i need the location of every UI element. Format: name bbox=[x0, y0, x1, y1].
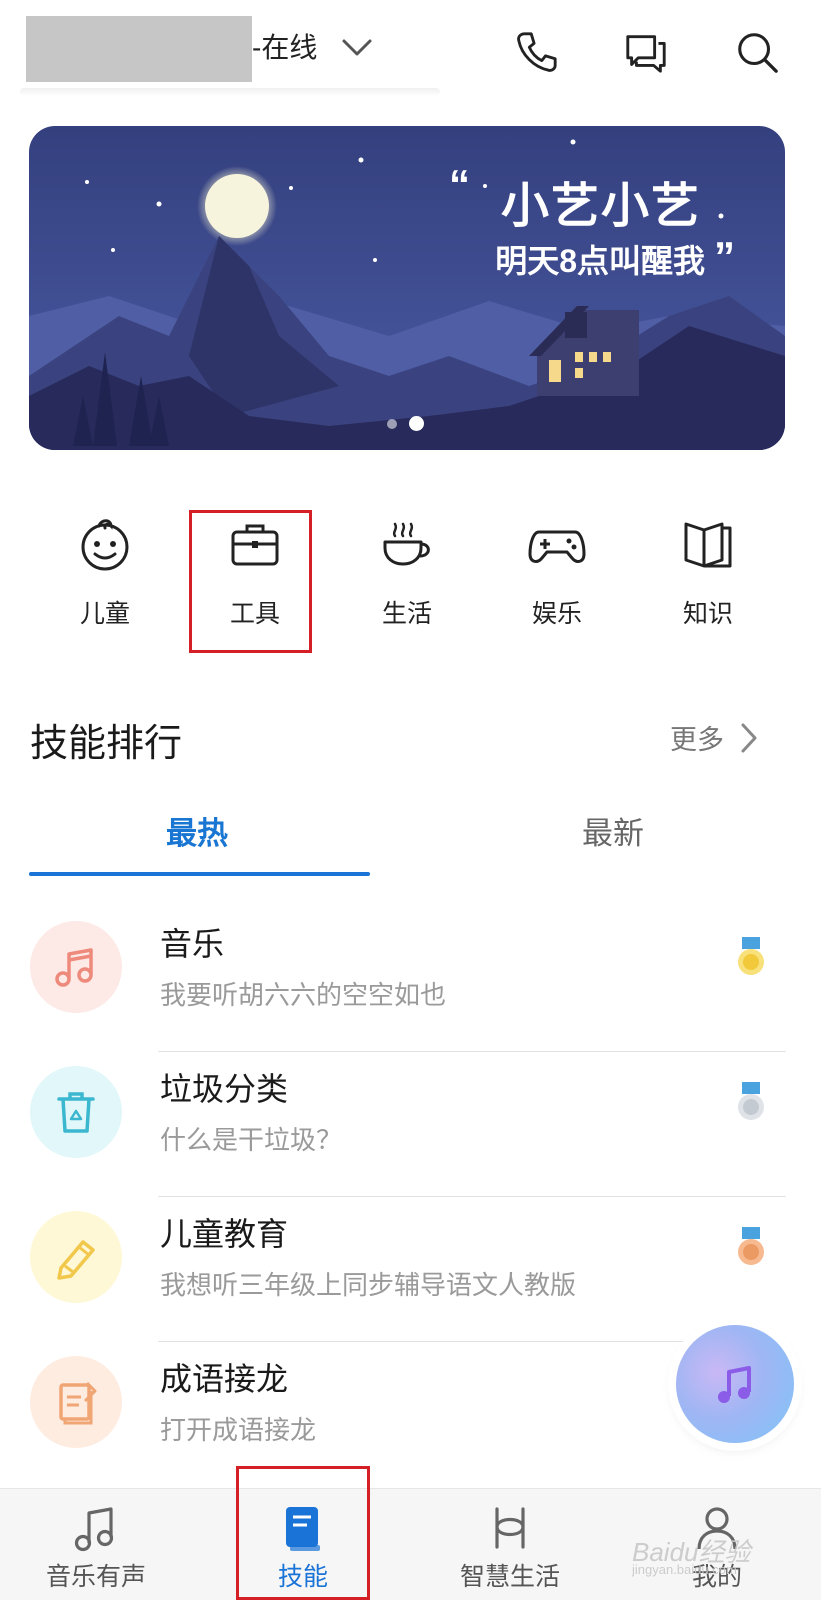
category-life[interactable]: 生活 bbox=[342, 500, 472, 640]
row-subtitle: 什么是干垃圾？ bbox=[160, 1125, 343, 1155]
banner-dot-2-active[interactable] bbox=[409, 416, 424, 431]
banner-pagination bbox=[387, 416, 424, 431]
more-link[interactable]: 更多 bbox=[670, 718, 760, 757]
bronze-medal-icon bbox=[738, 1227, 764, 1265]
phone-icon bbox=[517, 32, 557, 72]
category-entertainment[interactable]: 娱乐 bbox=[492, 500, 622, 640]
row-icon-bg bbox=[30, 1356, 122, 1448]
top-header: -在线 bbox=[0, 0, 821, 100]
baidu-watermark-url: jingyan.baidu.com bbox=[632, 1562, 737, 1577]
nav-label: 智慧生活 bbox=[459, 1563, 560, 1591]
chevron-right-icon bbox=[741, 723, 757, 752]
music-note-icon bbox=[718, 1366, 751, 1403]
row-title: 成语接龙 bbox=[160, 1361, 289, 1397]
promo-banner[interactable]: “ 小艺小艺 明天8点叫醒我 ” bbox=[29, 126, 785, 450]
device-status-label[interactable]: -在线 bbox=[252, 26, 317, 70]
book-open-icon bbox=[684, 522, 732, 568]
chat-icon bbox=[626, 35, 666, 73]
recycle-bin-icon bbox=[57, 1092, 95, 1133]
category-label: 生活 bbox=[381, 600, 432, 628]
row-subtitle: 打开成语接龙 bbox=[160, 1415, 317, 1445]
search-icon bbox=[738, 33, 778, 73]
search-button[interactable] bbox=[731, 26, 783, 78]
row-icon-bg bbox=[30, 1066, 122, 1158]
highlight-box-tools bbox=[189, 510, 312, 653]
more-label: 更多 bbox=[670, 725, 724, 755]
row-title: 音乐 bbox=[160, 926, 225, 962]
smart-life-icon bbox=[495, 1507, 525, 1549]
tab-newest[interactable]: 最新 bbox=[582, 808, 644, 853]
music-note-icon bbox=[55, 948, 93, 987]
category-label: 知识 bbox=[682, 600, 733, 628]
coffee-cup-icon bbox=[383, 522, 430, 566]
row-title: 垃圾分类 bbox=[160, 1071, 289, 1107]
category-children[interactable]: 儿童 bbox=[40, 500, 170, 640]
quote-open-mark: “ bbox=[449, 161, 470, 208]
banner-dot-1[interactable] bbox=[387, 418, 397, 429]
gold-medal-icon bbox=[738, 937, 764, 975]
header-divider bbox=[20, 88, 440, 96]
category-knowledge[interactable]: 知识 bbox=[643, 500, 773, 640]
chevron-down-icon[interactable] bbox=[340, 34, 374, 60]
category-label: 娱乐 bbox=[531, 600, 582, 628]
nav-item-music-audio[interactable]: 音乐有声 bbox=[6, 1489, 186, 1600]
category-label: 儿童 bbox=[79, 600, 130, 628]
nav-item-smart-life[interactable]: 智慧生活 bbox=[420, 1489, 600, 1600]
silver-medal-icon bbox=[738, 1082, 764, 1120]
banner-subline: 明天8点叫醒我 bbox=[495, 243, 705, 279]
phone-button[interactable] bbox=[510, 26, 562, 78]
row-subtitle: 我想听三年级上同步辅导语文人教版 bbox=[160, 1270, 577, 1300]
row-icon-bg bbox=[30, 1211, 122, 1303]
nav-label: 音乐有声 bbox=[45, 1563, 146, 1591]
chat-button[interactable] bbox=[620, 26, 672, 78]
category-grid: 儿童 工具 生活 娱乐 知识 bbox=[0, 500, 821, 650]
tab-active-indicator bbox=[29, 872, 370, 876]
child-face-icon bbox=[81, 519, 129, 571]
banner-headline: 小艺小艺 bbox=[500, 180, 701, 233]
row-title: 儿童教育 bbox=[160, 1216, 289, 1252]
tab-hottest[interactable]: 最热 bbox=[166, 808, 228, 853]
floating-music-button[interactable] bbox=[676, 1325, 794, 1443]
gamepad-icon bbox=[528, 530, 586, 563]
row-subtitle: 我要听胡六六的空空如也 bbox=[160, 980, 447, 1010]
row-icon-bg bbox=[30, 921, 122, 1013]
pencil-icon bbox=[57, 1240, 95, 1280]
list-item-garbage-sorting[interactable]: 垃圾分类 什么是干垃圾？ bbox=[0, 1050, 821, 1197]
idiom-book-icon bbox=[59, 1381, 97, 1425]
highlight-box-skills-nav bbox=[236, 1466, 370, 1600]
quote-close-mark: ” bbox=[714, 233, 735, 280]
device-name-redacted[interactable] bbox=[26, 16, 252, 82]
list-item-child-education[interactable]: 儿童教育 我想听三年级上同步辅导语文人教版 bbox=[0, 1195, 821, 1342]
section-title: 技能排行 bbox=[30, 723, 183, 765]
music-note-icon bbox=[74, 1507, 114, 1552]
list-item-music[interactable]: 音乐 我要听胡六六的空空如也 bbox=[0, 905, 821, 1052]
